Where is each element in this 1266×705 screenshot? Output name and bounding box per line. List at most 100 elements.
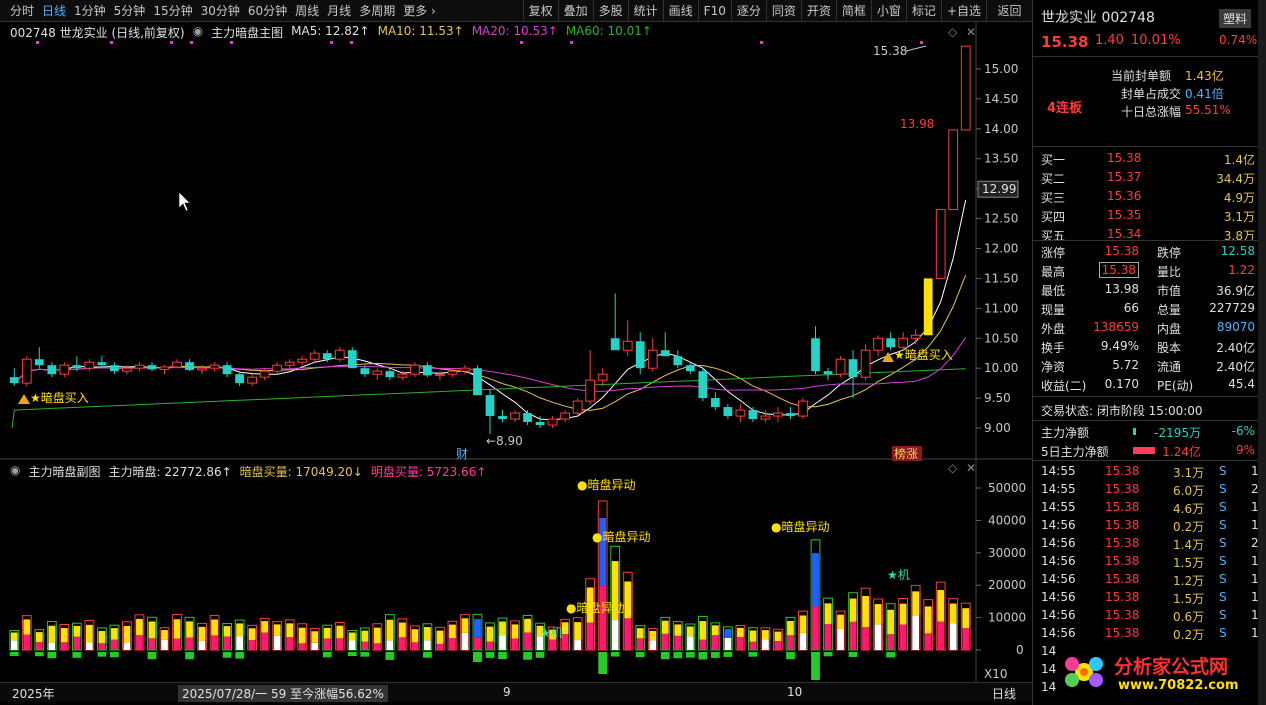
candle-body[interactable]: [710, 398, 720, 408]
candle-body[interactable]: [209, 364, 220, 369]
candle-body[interactable]: [898, 337, 909, 348]
tool-button-7[interactable]: 同资: [765, 0, 801, 22]
candle-body[interactable]: [786, 413, 795, 417]
tool-button-2[interactable]: 多股: [592, 0, 628, 22]
candle-body[interactable]: [473, 368, 482, 396]
tool-button-10[interactable]: 小窗: [870, 0, 906, 22]
dropdown-icon[interactable]: ◉: [10, 463, 20, 479]
tool-button-8[interactable]: 开资: [800, 0, 836, 22]
candle-body[interactable]: [873, 337, 883, 351]
candle-body[interactable]: [948, 129, 959, 211]
candle-body[interactable]: [34, 359, 44, 366]
period-tab-2[interactable]: 1分钟: [74, 2, 106, 19]
candle-body[interactable]: [197, 367, 207, 371]
candle-body[interactable]: [360, 368, 370, 375]
candle-body[interactable]: [723, 407, 733, 417]
candle-body[interactable]: [535, 422, 545, 426]
candle-body[interactable]: [134, 364, 145, 369]
candle-body[interactable]: [823, 371, 833, 375]
period-tab-1[interactable]: 日线: [42, 2, 66, 19]
candle-body[interactable]: [560, 412, 570, 420]
candle-body[interactable]: [59, 364, 70, 375]
candle-body[interactable]: [347, 350, 357, 369]
period-tab-5[interactable]: 30分钟: [201, 2, 240, 19]
candle-body[interactable]: [848, 359, 858, 378]
tool-button-0[interactable]: 复权: [522, 0, 558, 22]
period-tab-10[interactable]: 更多 ›: [403, 2, 436, 19]
period-tab-4[interactable]: 15分钟: [153, 2, 192, 19]
candle-body[interactable]: [297, 358, 308, 363]
candle-body[interactable]: [685, 365, 695, 372]
candle-body[interactable]: [622, 340, 633, 351]
candle-body[interactable]: [410, 364, 420, 375]
candle-body[interactable]: [585, 379, 596, 402]
period-tab-7[interactable]: 周线: [295, 2, 319, 19]
candle-body[interactable]: [222, 365, 232, 375]
candlestick-chart[interactable]: 15.0014.5014.0013.5013.0012.5012.0011.50…: [0, 22, 1032, 682]
period-label[interactable]: 日线: [992, 685, 1016, 702]
candle-body[interactable]: [510, 412, 520, 420]
candle-body[interactable]: [886, 338, 896, 348]
candle-body[interactable]: [247, 376, 258, 384]
candle-body[interactable]: [811, 338, 820, 372]
candle-body[interactable]: [572, 400, 583, 414]
candle-body[interactable]: [923, 278, 933, 336]
candle-body[interactable]: [485, 395, 495, 417]
candle-body[interactable]: [597, 373, 608, 381]
candle-body[interactable]: [72, 365, 82, 369]
sub-indicator-name[interactable]: 主力暗盘副图: [28, 463, 100, 479]
tool-button-6[interactable]: 逐分: [730, 0, 766, 22]
candle-body[interactable]: [798, 400, 808, 417]
candle-body[interactable]: [284, 361, 295, 366]
candle-body[interactable]: [647, 349, 658, 369]
candle-body[interactable]: [935, 209, 946, 279]
tool-button-1[interactable]: 叠加: [557, 0, 593, 22]
candle-body[interactable]: [385, 371, 395, 378]
candle-body[interactable]: [259, 370, 270, 378]
candle-body[interactable]: [47, 365, 57, 375]
candle-body[interactable]: [498, 416, 507, 420]
candle-body[interactable]: [673, 356, 683, 366]
panel-scrollbar[interactable]: [1258, 0, 1266, 705]
candle-body[interactable]: [185, 362, 194, 370]
period-tab-0[interactable]: 分时: [10, 2, 34, 19]
candle-body[interactable]: [910, 334, 921, 339]
candle-body[interactable]: [97, 362, 107, 366]
candle-body[interactable]: [547, 418, 558, 426]
candle-body[interactable]: [523, 413, 532, 423]
candle-body[interactable]: [660, 350, 670, 357]
tool-button-12[interactable]: +自选: [940, 0, 986, 22]
candle-body[interactable]: [397, 373, 408, 378]
candle-body[interactable]: [322, 353, 332, 360]
candle-body[interactable]: [172, 361, 182, 368]
candle-body[interactable]: [698, 371, 708, 399]
candle-body[interactable]: [309, 352, 320, 360]
candle-body[interactable]: [635, 341, 645, 369]
candle-body[interactable]: [435, 373, 445, 376]
candle-body[interactable]: [960, 45, 971, 131]
period-tab-6[interactable]: 60分钟: [248, 2, 287, 19]
candle-body[interactable]: [110, 365, 119, 372]
candle-body[interactable]: [773, 412, 783, 417]
tool-button-3[interactable]: 统计: [627, 0, 663, 22]
candle-body[interactable]: [122, 367, 132, 372]
period-tab-9[interactable]: 多周期: [359, 2, 395, 19]
tool-button-5[interactable]: F10: [697, 0, 731, 22]
candle-body[interactable]: [21, 358, 32, 384]
period-tab-8[interactable]: 月线: [327, 2, 351, 19]
candle-body[interactable]: [235, 374, 244, 384]
candle-body[interactable]: [760, 415, 771, 420]
candle-body[interactable]: [159, 366, 170, 370]
candle-body[interactable]: [735, 409, 746, 417]
candle-body[interactable]: [460, 367, 470, 372]
back-button[interactable]: 返回: [986, 0, 1032, 22]
candle-body[interactable]: [447, 370, 458, 375]
candle-body[interactable]: [860, 349, 871, 378]
candle-body[interactable]: [748, 410, 758, 420]
tool-button-11[interactable]: 标记: [905, 0, 941, 22]
tool-button-9[interactable]: 简框: [835, 0, 871, 22]
candle-body[interactable]: [272, 364, 283, 372]
candle-body[interactable]: [610, 338, 620, 351]
candle-body[interactable]: [9, 377, 19, 384]
candle-body[interactable]: [835, 358, 846, 375]
